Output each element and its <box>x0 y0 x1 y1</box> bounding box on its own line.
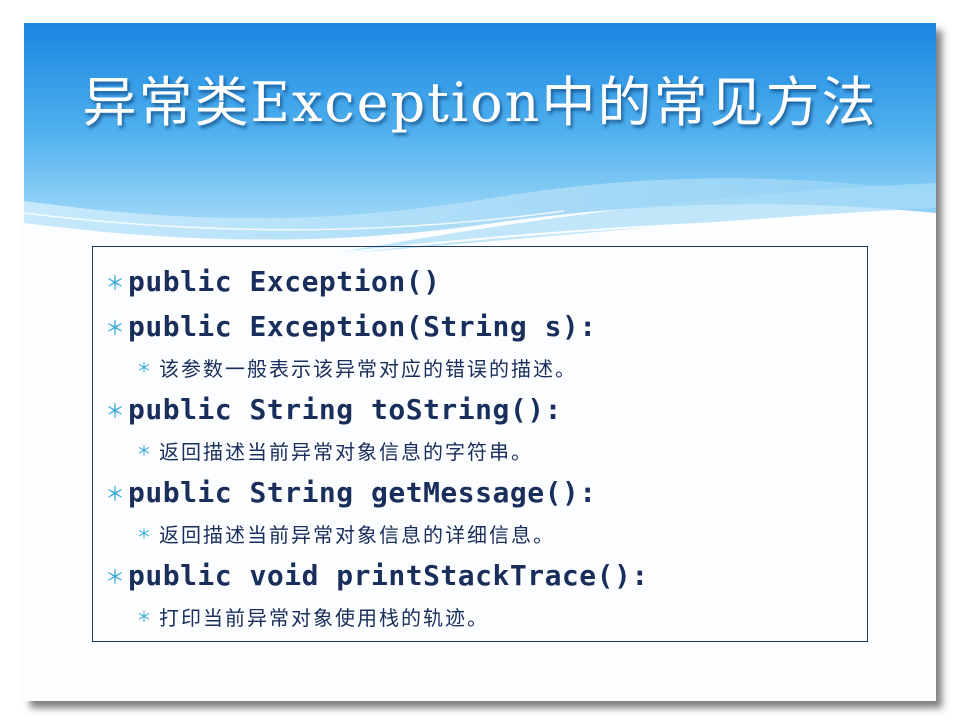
bullet-icon: ＊ <box>105 316 125 340</box>
slide: 异常类Exception中的常见方法 ＊ public Exception() … <box>24 23 936 701</box>
list-item: ＊ public Exception(String s): <box>93 310 597 343</box>
bullet-icon: ＊ <box>136 359 152 377</box>
bullet-icon: ＊ <box>105 271 125 295</box>
bullet-icon: ＊ <box>136 525 152 543</box>
page: 异常类Exception中的常见方法 ＊ public Exception() … <box>0 0 960 720</box>
method-description: 返回描述当前异常对象信息的详细信息。 <box>159 523 555 547</box>
bullet-icon: ＊ <box>136 442 152 460</box>
method-signature: public Exception(String s): <box>128 310 597 343</box>
header-wave-background <box>24 23 936 274</box>
method-signature: public String getMessage(): <box>128 476 597 509</box>
bullet-icon: ＊ <box>105 482 125 506</box>
method-signature: public void printStackTrace(): <box>128 559 649 592</box>
list-item: ＊ public Exception() <box>93 265 440 298</box>
list-item: ＊ 返回描述当前异常对象信息的字符串。 <box>93 436 533 465</box>
method-description: 打印当前异常对象使用栈的轨迹。 <box>159 606 489 630</box>
list-item: ＊ public void printStackTrace(): <box>93 559 649 592</box>
bullet-icon: ＊ <box>105 565 125 589</box>
list-item: ＊ public String toString(): <box>93 393 562 426</box>
list-item: ＊ 返回描述当前异常对象信息的详细信息。 <box>93 519 555 548</box>
list-item: ＊ public String getMessage(): <box>93 476 597 509</box>
bullet-icon: ＊ <box>105 399 125 423</box>
method-signature: public Exception() <box>128 265 441 298</box>
bullet-icon: ＊ <box>136 608 152 626</box>
content-box: ＊ public Exception() ＊ public Exception(… <box>92 246 868 642</box>
method-description: 返回描述当前异常对象信息的字符串。 <box>159 440 533 464</box>
list-item: ＊ 打印当前异常对象使用栈的轨迹。 <box>93 602 489 631</box>
method-description: 该参数一般表示该异常对应的错误的描述。 <box>159 357 577 381</box>
list-item: ＊ 该参数一般表示该异常对应的错误的描述。 <box>93 353 577 382</box>
method-signature: public String toString(): <box>128 393 562 426</box>
slide-title: 异常类Exception中的常见方法 <box>82 71 878 134</box>
